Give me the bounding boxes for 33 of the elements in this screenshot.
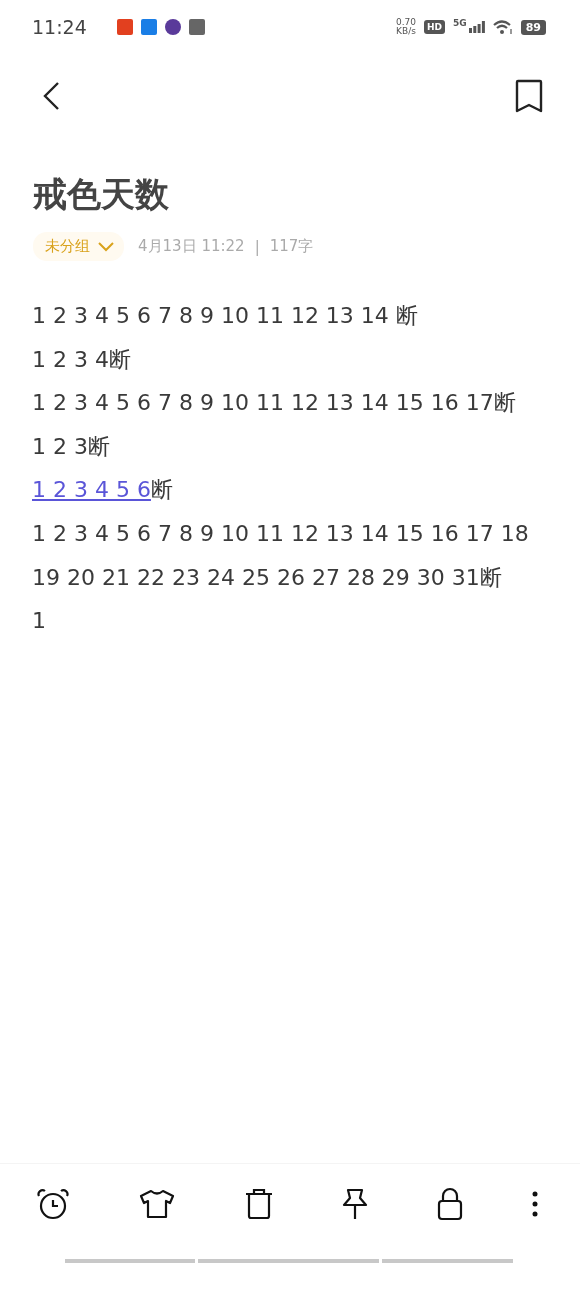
lock-icon[interactable] bbox=[437, 1187, 464, 1221]
trash-icon[interactable] bbox=[243, 1188, 274, 1220]
separator: | bbox=[254, 237, 260, 256]
signal-icon bbox=[468, 21, 485, 33]
note-text: 1 2 3 4 5 6 7 8 9 10 11 12 13 14 断 bbox=[32, 303, 418, 328]
app-icon bbox=[164, 19, 181, 35]
note-text: 1 2 3断 bbox=[32, 433, 110, 459]
note-text: 19 20 21 22 23 24 25 26 27 28 29 30 31断 bbox=[32, 564, 502, 590]
note-title: 戒色天数 bbox=[33, 173, 170, 216]
caret-icon bbox=[98, 241, 114, 252]
status-time: 11:24 bbox=[32, 16, 87, 38]
more-icon[interactable] bbox=[532, 1191, 538, 1217]
note-text: 1 2 3 4断 bbox=[32, 346, 131, 372]
note-text: 1 2 3 4 5 6 7 8 9 10 11 12 13 14 15 16 17断 bbox=[32, 390, 516, 416]
t-shirt-icon[interactable] bbox=[138, 1189, 175, 1219]
hd-badge: HD bbox=[424, 20, 446, 34]
note-date: 4月13日 11:22 bbox=[138, 237, 245, 256]
app-icon bbox=[140, 19, 157, 35]
alarm-clock-icon[interactable] bbox=[36, 1188, 70, 1220]
back-icon[interactable] bbox=[42, 81, 60, 111]
pin-icon[interactable] bbox=[342, 1188, 369, 1220]
app-icon bbox=[116, 19, 133, 35]
bookmark-icon[interactable] bbox=[515, 79, 543, 113]
note-text: 1 bbox=[32, 608, 46, 634]
network-speed: 0.70 KB/s bbox=[395, 18, 416, 36]
network-type: 5G bbox=[453, 18, 467, 28]
note-text: 断 bbox=[150, 477, 173, 503]
battery-icon: 89 bbox=[520, 19, 546, 35]
app-icon bbox=[188, 19, 205, 35]
wifi-icon bbox=[492, 19, 513, 35]
word-count: 117字 bbox=[269, 237, 314, 256]
note-text: 1 2 3 4 5 6 7 8 9 10 11 12 13 14 15 16 17 18 bbox=[32, 520, 529, 546]
note-link[interactable]: 1 2 3 4 5 6 bbox=[32, 477, 151, 503]
